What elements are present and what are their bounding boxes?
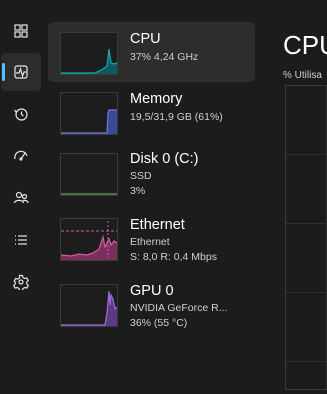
app-history-icon xyxy=(14,108,28,121)
device-subtitle: 36% (55 °C) xyxy=(130,317,188,329)
device-item-cpu[interactable]: CPU 37% 4,24 GHz xyxy=(48,22,255,82)
navigation-rail xyxy=(0,0,42,394)
nav-app-history[interactable] xyxy=(0,95,42,133)
device-subtitle: 37% 4,24 GHz xyxy=(130,51,199,63)
device-item-ethernet[interactable]: Ethernet Ethernet S: 8,0 R: 0,4 Mbps xyxy=(50,216,255,276)
nav-services[interactable] xyxy=(0,263,42,301)
device-subtitle: NVIDIA GeForce R... xyxy=(130,302,228,314)
ethernet-thumbnail-graph xyxy=(60,218,118,261)
device-title: GPU 0 xyxy=(130,283,174,299)
device-subtitle: SSD xyxy=(130,170,152,182)
gpu-thumbnail-graph xyxy=(60,284,118,327)
services-icon xyxy=(13,274,29,290)
active-indicator xyxy=(2,63,5,81)
details-icon xyxy=(15,235,27,245)
device-subtitle: S: 8,0 R: 0,4 Mbps xyxy=(130,251,217,263)
device-list: CPU 37% 4,24 GHz Memory 19,5/31,9 GB (61… xyxy=(48,0,255,394)
nav-performance[interactable] xyxy=(1,53,41,91)
processes-icon xyxy=(14,24,28,38)
device-item-gpu[interactable]: GPU 0 NVIDIA GeForce R... 36% (55 °C) xyxy=(50,282,255,342)
device-subtitle: 19,5/31,9 GB (61%) xyxy=(130,111,223,123)
device-title: Ethernet xyxy=(130,217,185,233)
startup-apps-icon xyxy=(14,150,28,161)
device-subtitle: Ethernet xyxy=(130,236,170,248)
memory-thumbnail-graph xyxy=(60,92,118,135)
performance-icon xyxy=(14,65,28,79)
device-item-memory[interactable]: Memory 19,5/31,9 GB (61%) xyxy=(50,88,255,148)
nav-startup-apps[interactable] xyxy=(0,137,42,175)
device-subtitle: 3% xyxy=(130,185,146,197)
nav-users[interactable] xyxy=(0,179,42,217)
cpu-utilization-graph xyxy=(285,85,327,390)
nav-details[interactable] xyxy=(0,221,42,259)
cpu-thumbnail-graph xyxy=(60,32,118,75)
device-item-disk[interactable]: Disk 0 (C:) SSD 3% xyxy=(50,150,255,210)
utilization-label: % Utilisa xyxy=(283,70,322,81)
disk-thumbnail-graph xyxy=(60,153,118,196)
users-icon xyxy=(13,191,29,204)
device-title: CPU xyxy=(130,31,161,47)
device-title: Disk 0 (C:) xyxy=(130,151,199,167)
page-title: CPU xyxy=(283,30,327,60)
device-title: Memory xyxy=(130,91,183,107)
nav-processes[interactable] xyxy=(0,12,42,50)
